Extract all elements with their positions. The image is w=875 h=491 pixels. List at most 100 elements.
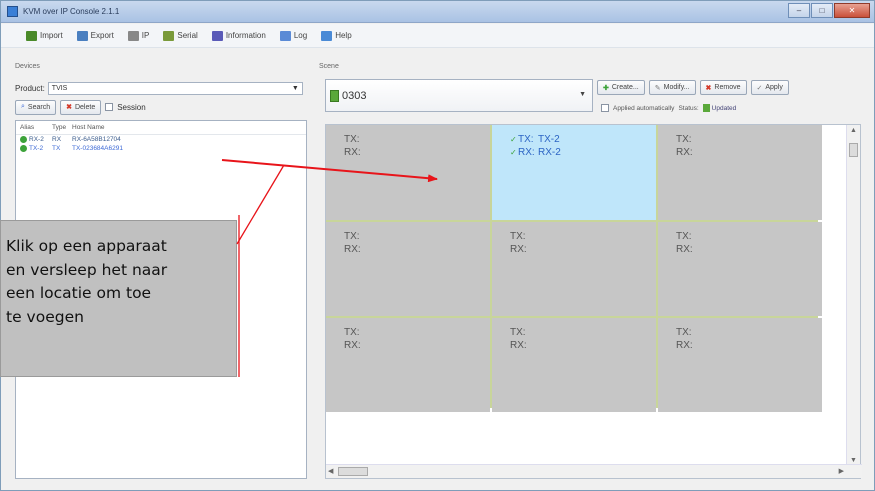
status-icon: [702, 104, 710, 112]
info-icon: [211, 30, 223, 41]
device-actions: ⌕ Search ✖ Delete Session: [15, 99, 307, 115]
product-value: TVIS: [51, 84, 68, 92]
devices-label: Devices: [15, 63, 40, 70]
vertical-scrollbar[interactable]: ▲ ▼: [846, 125, 860, 466]
scene-cell[interactable]: TX: RX:: [658, 318, 822, 412]
scroll-down-icon[interactable]: ▼: [850, 457, 857, 464]
scene-cell-rx-line: RX:: [344, 146, 490, 159]
close-icon[interactable]: ✕: [834, 3, 870, 18]
search-icon: ⌕: [21, 103, 25, 110]
toolbar-help-button[interactable]: Help: [316, 29, 356, 43]
scene-grid: TX: RX: ✓ TX: TX-2 ✓ RX: RX-2 TX: RX: TX: RX: TX: RX:…: [326, 125, 822, 412]
scroll-up-icon[interactable]: ▲: [850, 127, 857, 134]
scene-cell-tx-label: TX:: [518, 134, 534, 145]
status-label: Status:: [678, 104, 699, 112]
horizontal-scroll-thumb[interactable]: [338, 467, 368, 476]
scene-cell-tx-label: TX:: [676, 134, 692, 145]
status-badge: Updated: [702, 104, 736, 112]
scene-cell-tx-label: TX:: [676, 327, 692, 338]
scene-cell-tx-line: TX:: [344, 133, 490, 146]
scroll-right-icon[interactable]: ▶: [839, 467, 844, 475]
help-icon: [321, 30, 333, 41]
device-icon: [20, 145, 27, 152]
column-host-name[interactable]: Host Name: [72, 124, 162, 131]
scene-cell-tx-label: TX:: [344, 327, 360, 338]
remove-button[interactable]: ✖ Remove: [699, 80, 747, 95]
callout-line: en versleep het naar: [6, 260, 168, 279]
device-icon: [20, 136, 27, 143]
scene-cell-rx-label: RX:: [510, 244, 527, 255]
scene-cell-tx-label: TX:: [344, 134, 360, 145]
scene-cell-rx-line: RX:: [344, 243, 490, 256]
toolbar: Import Export IP Serial Information Log …: [1, 24, 874, 48]
vertical-scroll-thumb[interactable]: [849, 143, 858, 157]
scene-cell[interactable]: TX: RX:: [326, 318, 490, 412]
minimize-icon[interactable]: –: [788, 3, 810, 18]
create-button[interactable]: ✚ Create...: [597, 80, 645, 95]
import-icon: [26, 30, 37, 41]
scene-cell-rx-label: RX:: [676, 147, 693, 158]
scene-cell-tx-label: TX:: [510, 327, 526, 338]
scene-cell[interactable]: TX: RX:: [492, 318, 656, 412]
apply-automatically-checkbox[interactable]: [601, 104, 609, 112]
window-controls: – □ ✕: [788, 3, 870, 18]
check-icon: ✓: [510, 135, 517, 144]
scene-cell-rx-line: RX:: [676, 146, 822, 159]
scene-cell-tx-line: TX:: [676, 230, 822, 243]
device-row-tx-2[interactable]: TX-2 TX TX-023684A6291: [16, 144, 306, 153]
search-button[interactable]: ⌕ Search: [15, 99, 57, 115]
scene-cell-rx-line: RX:: [676, 243, 822, 256]
scene-cell[interactable]: TX: RX:: [326, 125, 490, 220]
toolbar-log-button[interactable]: Log: [275, 29, 312, 43]
toolbar-export-button[interactable]: Export: [72, 29, 119, 43]
scene-selected-value: 0303: [342, 89, 367, 102]
toolbar-ip-button[interactable]: IP: [123, 29, 155, 43]
scene-cell-tx-line: TX:: [344, 230, 490, 243]
chevron-down-icon: ▼: [291, 84, 299, 92]
scene-cell-rx-line: RX:: [510, 243, 656, 256]
scroll-left-icon[interactable]: ◀: [328, 467, 333, 475]
maximize-icon[interactable]: □: [811, 3, 833, 18]
log-icon: [279, 30, 291, 41]
scene-status-row: Applied automatically Status: Updated: [601, 104, 736, 112]
apply-button[interactable]: ✓ Apply: [750, 80, 789, 95]
scene-select[interactable]: 0303 ▼: [325, 79, 593, 112]
toolbar-import-button[interactable]: Import: [21, 29, 68, 43]
scene-cell-rx-label: RX:: [344, 244, 361, 255]
toolbar-information-button[interactable]: Information: [207, 29, 271, 43]
callout-line: Klik op een apparaat: [6, 237, 167, 255]
scene-cell-rx-line: RX:: [344, 339, 490, 352]
device-row-rx-2[interactable]: RX-2 RX RX-6A58B12704: [16, 135, 306, 144]
scene-cell-tx-line: TX:: [510, 230, 656, 243]
app-icon: [7, 6, 18, 17]
session-checkbox[interactable]: [105, 103, 114, 111]
toolbar-serial-button[interactable]: Serial: [158, 29, 202, 43]
modify-button[interactable]: ✎ Modify...: [648, 80, 696, 95]
check-icon: ✓: [510, 148, 517, 157]
scene-cell-tx-line: TX:: [676, 326, 822, 339]
product-select[interactable]: TVIS ▼: [47, 81, 303, 95]
scene-cell-tx-label: TX:: [510, 231, 526, 242]
scene-cell[interactable]: TX: RX:: [658, 125, 822, 220]
column-alias[interactable]: Alias: [20, 124, 46, 131]
export-icon: [76, 30, 88, 41]
horizontal-scrollbar[interactable]: ◀ ▶: [326, 464, 862, 478]
callout-line: een locatie om toe: [6, 284, 152, 302]
edit-icon: ✎: [654, 84, 661, 92]
delete-button[interactable]: ✖ Delete: [60, 99, 102, 115]
scene-cell-rx-line: RX:: [676, 339, 822, 352]
scene-cell-rx-line: ✓ RX: RX-2: [510, 146, 656, 159]
scene-cell-rx-label: RX:: [344, 340, 361, 351]
scene-icon: [330, 89, 339, 102]
scene-cell[interactable]: TX: RX:: [326, 222, 490, 316]
scene-panel: Scene 0303 ▼ ✚ Create... ✎ Modify... ✖ R…: [319, 63, 867, 479]
scene-cell[interactable]: TX: RX:: [492, 222, 656, 316]
window-title: KVM over IP Console 2.1.1: [23, 7, 120, 16]
scene-label: Scene: [319, 63, 339, 70]
scene-cell-tx-line: TX:: [676, 133, 822, 146]
scene-cell[interactable]: TX: RX:: [658, 222, 822, 316]
scene-cell-rx-label: RX:: [676, 244, 693, 255]
scene-buttons: ✚ Create... ✎ Modify... ✖ Remove ✓ Apply: [597, 80, 789, 95]
scene-cell[interactable]: ✓ TX: TX-2 ✓ RX: RX-2: [492, 125, 656, 220]
column-type[interactable]: Type: [52, 124, 66, 131]
